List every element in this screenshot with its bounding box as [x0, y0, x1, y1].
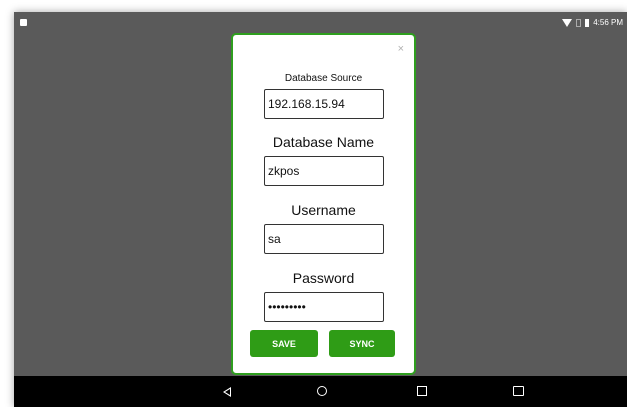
status-bar: 4:56 PM: [14, 12, 627, 34]
database-source-input[interactable]: [264, 89, 384, 119]
clock: 4:56 PM: [593, 18, 623, 27]
username-input[interactable]: [264, 224, 384, 254]
back-icon[interactable]: [223, 387, 231, 397]
battery-icon: [585, 18, 590, 27]
home-icon[interactable]: [317, 386, 327, 396]
notification-icon: [20, 19, 27, 26]
password-input[interactable]: [264, 292, 384, 322]
recents-icon[interactable]: [417, 386, 427, 396]
sim-icon: [576, 18, 582, 27]
wifi-icon: [562, 18, 573, 27]
database-name-label: Database Name: [272, 134, 375, 150]
password-label: Password: [292, 270, 355, 286]
close-icon[interactable]: ×: [398, 43, 404, 55]
database-name-input[interactable]: [264, 156, 384, 186]
sync-button[interactable]: SYNC: [329, 330, 395, 357]
device-screen: 4:56 PM × Database Source Database Name …: [14, 12, 627, 407]
screenshot-icon[interactable]: [513, 386, 524, 396]
database-source-label: Database Source: [284, 73, 363, 84]
save-button[interactable]: SAVE: [250, 330, 318, 357]
database-settings-dialog: × Database Source Database Name Username…: [231, 33, 416, 375]
navigation-bar: [14, 376, 627, 407]
status-icons: 4:56 PM: [562, 18, 623, 27]
username-label: Username: [291, 202, 356, 218]
